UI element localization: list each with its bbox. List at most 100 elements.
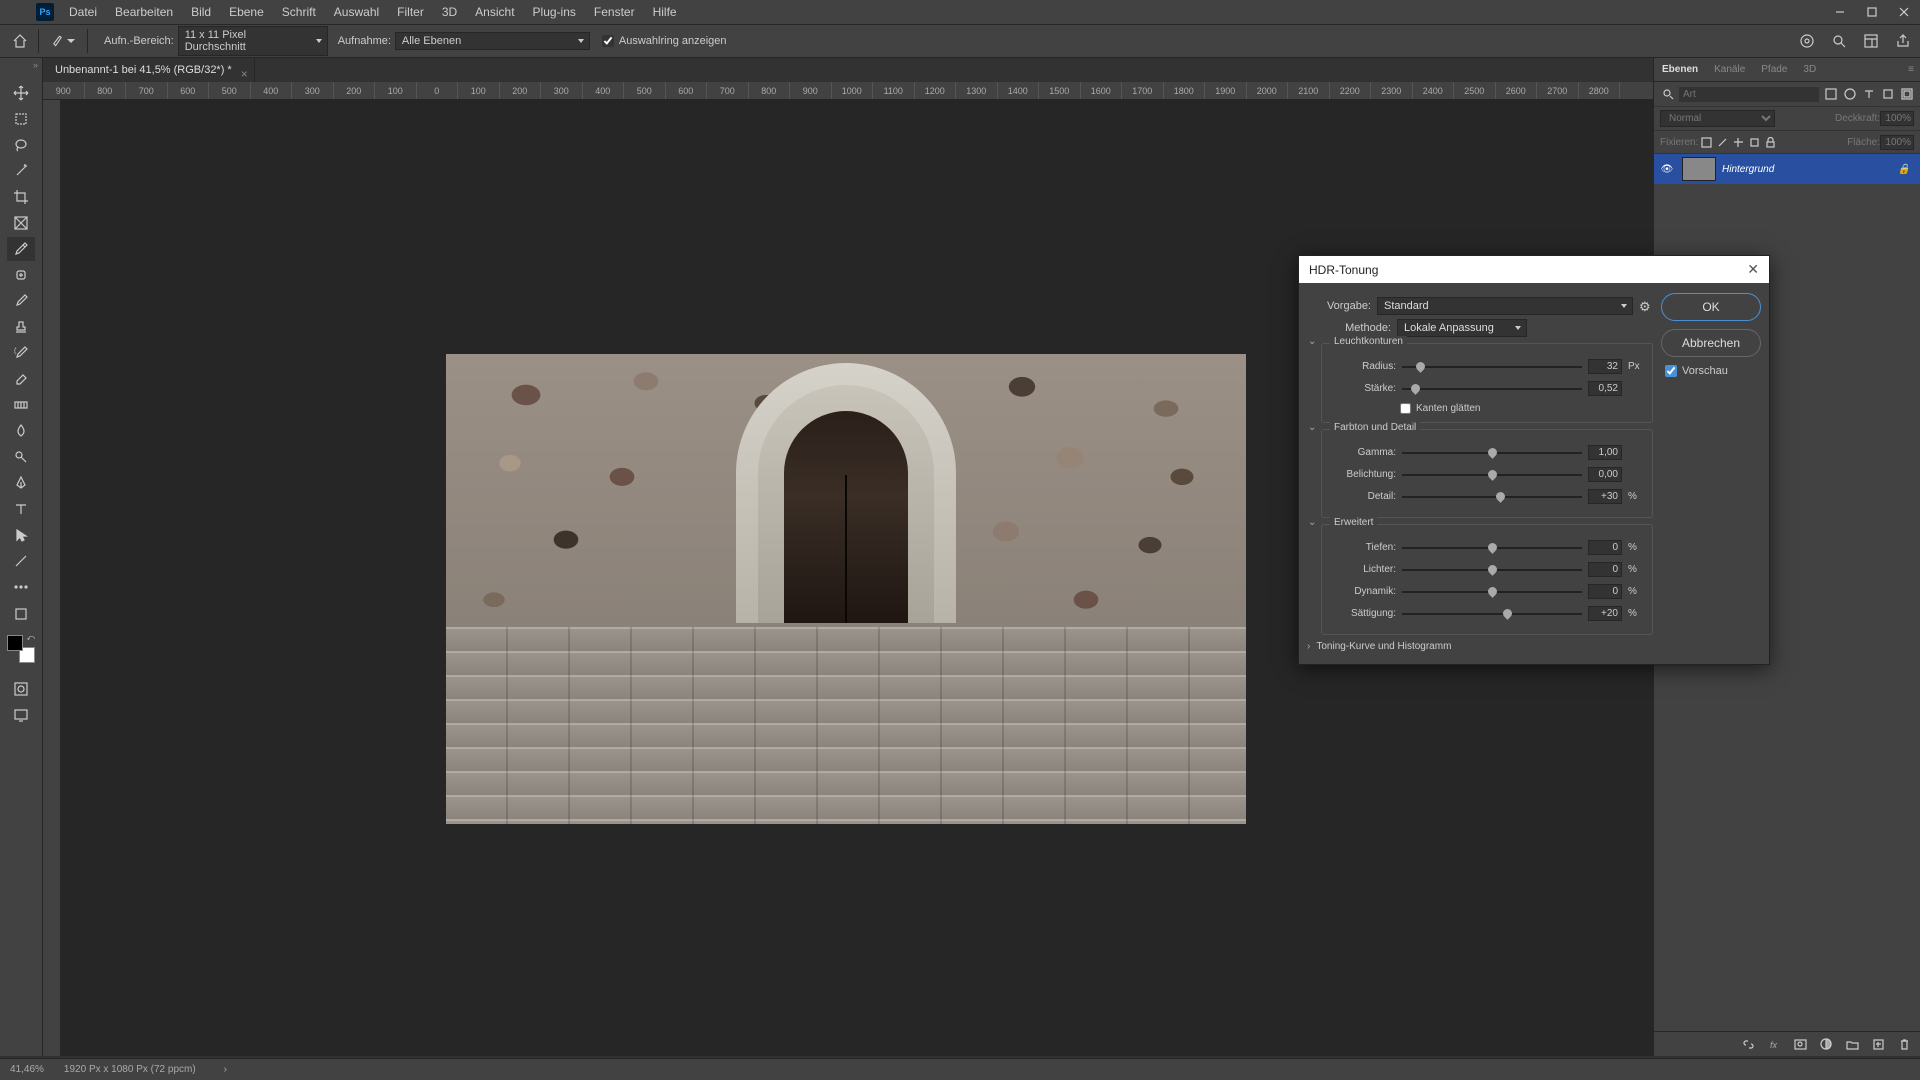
window-minimize-button[interactable]: [1824, 0, 1856, 24]
edit-toolbar-icon[interactable]: [7, 602, 35, 626]
lock-brush-icon[interactable]: [1714, 134, 1730, 150]
menu-filter[interactable]: Filter: [388, 0, 433, 24]
zoom-level[interactable]: 41,46%: [10, 1064, 44, 1075]
chevron-down-icon[interactable]: ⌄: [1308, 336, 1316, 347]
vibrance-slider[interactable]: [1402, 591, 1582, 593]
pen-tool[interactable]: [7, 471, 35, 495]
menu-help[interactable]: Hilfe: [644, 0, 686, 24]
filter-adjust-icon[interactable]: [1842, 86, 1857, 102]
exposure-input[interactable]: 0,00: [1588, 467, 1622, 482]
menu-file[interactable]: Datei: [60, 0, 106, 24]
crop-tool[interactable]: [7, 185, 35, 209]
type-tool[interactable]: [7, 497, 35, 521]
delete-layer-icon[interactable]: [1896, 1036, 1912, 1052]
cloud-docs-icon[interactable]: [1798, 32, 1816, 50]
dodge-tool[interactable]: [7, 445, 35, 469]
filter-smart-icon[interactable]: [1899, 86, 1914, 102]
vibrance-input[interactable]: 0: [1588, 584, 1622, 599]
detail-input[interactable]: +30: [1588, 489, 1622, 504]
eyedropper-tool[interactable]: [7, 237, 35, 261]
menu-type[interactable]: Schrift: [273, 0, 325, 24]
tab-3d[interactable]: 3D: [1795, 58, 1824, 81]
layer-style-icon[interactable]: fx: [1766, 1036, 1782, 1052]
group-icon[interactable]: [1844, 1036, 1860, 1052]
panel-menu-icon[interactable]: ≡: [1900, 58, 1920, 81]
filter-shape-icon[interactable]: [1880, 86, 1895, 102]
lock-all-icon[interactable]: [1762, 134, 1778, 150]
foreground-color[interactable]: [7, 635, 23, 651]
marquee-tool[interactable]: [7, 107, 35, 131]
adjustment-layer-icon[interactable]: [1818, 1036, 1834, 1052]
layer-mask-icon[interactable]: [1792, 1036, 1808, 1052]
share-icon[interactable]: [1894, 32, 1912, 50]
eraser-tool[interactable]: [7, 367, 35, 391]
strength-slider[interactable]: [1402, 388, 1582, 390]
chevron-down-icon[interactable]: ⌄: [1308, 422, 1316, 433]
saturation-input[interactable]: +20: [1588, 606, 1622, 621]
ok-button[interactable]: OK: [1661, 293, 1761, 321]
window-maximize-button[interactable]: [1856, 0, 1888, 24]
search-icon[interactable]: [1660, 86, 1675, 102]
menu-image[interactable]: Bild: [182, 0, 220, 24]
brush-tool[interactable]: [7, 289, 35, 313]
document-tab[interactable]: Unbenannt-1 bei 41,5% (RGB/32*) * ×: [43, 58, 255, 82]
highlight-slider[interactable]: [1402, 569, 1582, 571]
exposure-slider[interactable]: [1402, 474, 1582, 476]
color-swatches[interactable]: ⤺: [7, 635, 35, 663]
shape-tool[interactable]: [7, 549, 35, 573]
swap-colors-icon[interactable]: ⤺: [26, 633, 35, 643]
lock-artboard-icon[interactable]: [1746, 134, 1762, 150]
gamma-slider[interactable]: [1402, 452, 1582, 454]
sample-size-select[interactable]: 11 x 11 Pixel Durchschnitt: [178, 26, 328, 56]
new-layer-icon[interactable]: [1870, 1036, 1886, 1052]
sample-layers-select[interactable]: Alle Ebenen: [395, 32, 590, 50]
path-select-tool[interactable]: [7, 523, 35, 547]
saturation-slider[interactable]: [1402, 613, 1582, 615]
strength-input[interactable]: 0,52: [1588, 381, 1622, 396]
fill-input[interactable]: [1880, 135, 1914, 150]
lasso-tool[interactable]: [7, 133, 35, 157]
shadow-input[interactable]: 0: [1588, 540, 1622, 555]
menu-select[interactable]: Auswahl: [325, 0, 388, 24]
layer-filter-input[interactable]: [1679, 87, 1819, 102]
tab-paths[interactable]: Pfade: [1753, 58, 1795, 81]
link-layers-icon[interactable]: [1740, 1036, 1756, 1052]
window-close-button[interactable]: [1888, 0, 1920, 24]
lock-pixels-icon[interactable]: [1698, 134, 1714, 150]
highlight-input[interactable]: 0: [1588, 562, 1622, 577]
quickmask-tool[interactable]: [7, 677, 35, 701]
workspace-icon[interactable]: [1862, 32, 1880, 50]
more-tools-icon[interactable]: [7, 575, 35, 599]
tab-layers[interactable]: Ebenen: [1654, 58, 1706, 81]
lock-position-icon[interactable]: [1730, 134, 1746, 150]
gradient-tool[interactable]: [7, 393, 35, 417]
filter-image-icon[interactable]: [1823, 86, 1838, 102]
section-curve-collapsed[interactable]: › Toning-Kurve und Histogramm: [1307, 641, 1653, 652]
dialog-titlebar[interactable]: HDR-Tonung ✕: [1299, 256, 1769, 283]
stamp-tool[interactable]: [7, 315, 35, 339]
wand-tool[interactable]: [7, 159, 35, 183]
menu-window[interactable]: Fenster: [585, 0, 644, 24]
tab-channels[interactable]: Kanäle: [1706, 58, 1753, 81]
menu-3d[interactable]: 3D: [433, 0, 466, 24]
opacity-input[interactable]: [1880, 111, 1914, 126]
lock-icon[interactable]: 🔒: [1898, 164, 1910, 175]
current-tool-preset[interactable]: [51, 29, 75, 53]
preset-options-icon[interactable]: ⚙: [1639, 299, 1653, 313]
menu-layer[interactable]: Ebene: [220, 0, 273, 24]
preset-select[interactable]: Standard: [1377, 297, 1633, 315]
document-dimensions[interactable]: 1920 Px x 1080 Px (72 ppcm): [64, 1064, 196, 1075]
panel-collapse-icon[interactable]: »: [33, 60, 38, 70]
menu-plugins[interactable]: Plug-ins: [524, 0, 585, 24]
shadow-slider[interactable]: [1402, 547, 1582, 549]
gamma-input[interactable]: 1,00: [1588, 445, 1622, 460]
search-icon[interactable]: [1830, 32, 1848, 50]
screenmode-tool[interactable]: [7, 703, 35, 727]
radius-input[interactable]: 32: [1588, 359, 1622, 374]
blend-mode-select[interactable]: Normal: [1660, 110, 1775, 127]
status-more-icon[interactable]: ›: [224, 1064, 227, 1075]
history-brush-tool[interactable]: [7, 341, 35, 365]
menu-view[interactable]: Ansicht: [466, 0, 523, 24]
layer-thumbnail[interactable]: [1682, 157, 1716, 181]
radius-slider[interactable]: [1402, 366, 1582, 368]
